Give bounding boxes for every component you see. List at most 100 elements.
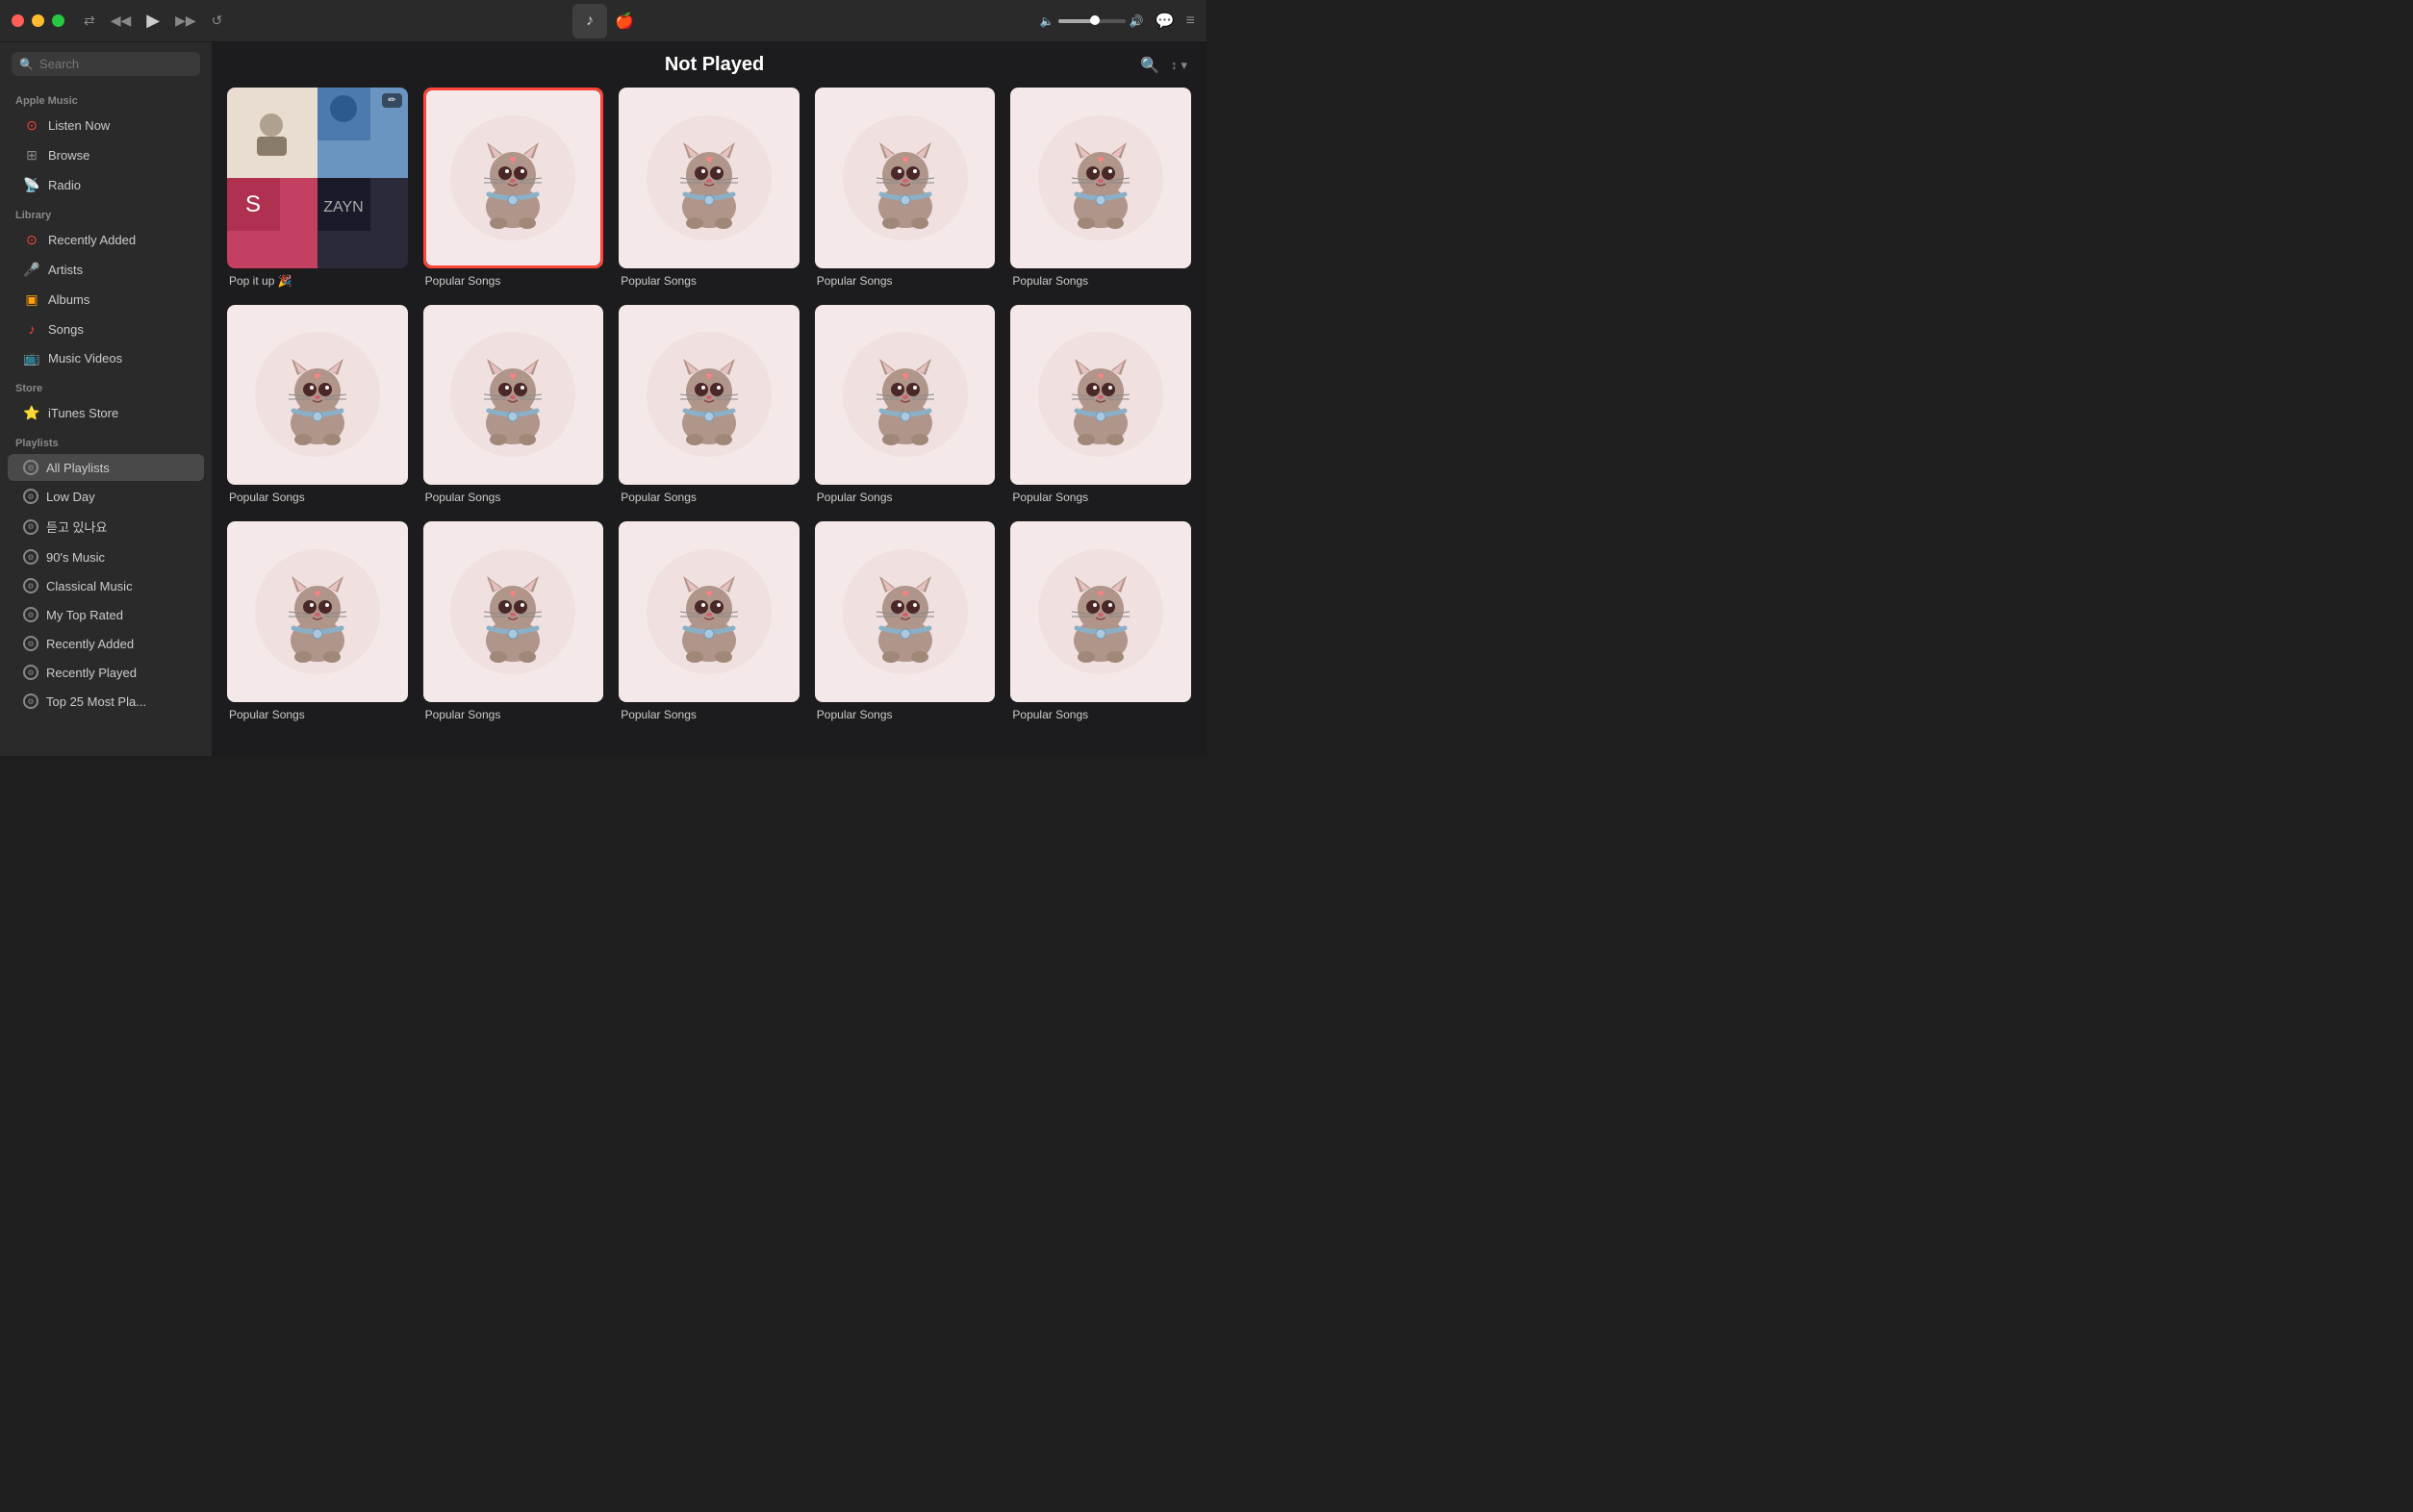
svg-text:♥: ♥ (510, 153, 517, 166)
queue-button[interactable]: ≡ (1186, 13, 1195, 30)
sidebar-item-classical[interactable]: ⚙ Classical Music (8, 572, 204, 599)
svg-text:S: S (245, 191, 261, 217)
sidebar-item-songs[interactable]: ♪ Songs (8, 315, 204, 342)
sidebar-item-top-25[interactable]: ⚙ Top 25 Most Pla... (8, 688, 204, 715)
sidebar-item-my-top-rated[interactable]: ⚙ My Top Rated (8, 601, 204, 628)
sidebar-item-90s-music[interactable]: ⚙ 90's Music (8, 543, 204, 570)
recently-added-playlist-icon: ⚙ (23, 636, 38, 651)
prev-button[interactable]: ◀◀ (111, 13, 132, 29)
grid-item-0[interactable]: S ZAYN ✏ Pop it up 🎉 (227, 88, 408, 290)
svg-text:♥: ♥ (902, 153, 908, 166)
classical-label: Classical Music (46, 579, 133, 593)
search-box[interactable]: 🔍 (12, 52, 200, 76)
lyrics-button[interactable]: 💬 (1156, 12, 1175, 31)
grid-item-1[interactable]: ♥ Popular Songs (423, 88, 604, 290)
album-label: Popular Songs (619, 268, 800, 290)
grid-item-6[interactable]: ♥ Popular Songs (423, 305, 604, 507)
grid-item-14[interactable]: ♥ Popular Songs (1010, 521, 1191, 723)
grid-item-4[interactable]: ♥ Popular Songs (1010, 88, 1191, 290)
close-button[interactable] (12, 14, 24, 27)
sidebar-item-itunes-store[interactable]: ⭐ iTunes Store (8, 399, 204, 427)
grid-item-12[interactable]: ♥ Popular Songs (619, 521, 800, 723)
main-layout: 🔍 Apple Music ⊙ Listen Now ⊞ Browse 📡 Ra… (0, 42, 1206, 756)
play-button[interactable]: ▶ (146, 11, 160, 31)
header-actions: 🔍 ↕ ▾ (1140, 56, 1187, 75)
songs-icon: ♪ (23, 321, 40, 337)
sidebar-item-recently-played[interactable]: ⚙ Recently Played (8, 659, 204, 686)
playlists-section-label: Playlists (0, 428, 212, 453)
all-playlists-label: All Playlists (46, 461, 110, 475)
radio-icon: 📡 (23, 177, 40, 193)
grid-item-10[interactable]: ♥ Popular Songs (227, 521, 408, 723)
next-button[interactable]: ▶▶ (175, 13, 196, 29)
album-label: Popular Songs (815, 485, 996, 506)
sort-chevron: ▾ (1181, 58, 1187, 73)
sidebar-item-all-playlists[interactable]: ⚙ All Playlists (8, 454, 204, 481)
maximize-button[interactable] (52, 14, 64, 27)
sidebar-item-korean[interactable]: ⚙ 듣고 있나요 (8, 512, 204, 542)
grid-item-5[interactable]: ♥ Popular Songs (227, 305, 408, 507)
albums-icon: ▣ (23, 291, 40, 308)
sidebar-item-artists[interactable]: 🎤 Artists (8, 256, 204, 284)
playback-controls: ⇄ ◀◀ ▶ ▶▶ ↺ (84, 11, 222, 31)
search-icon: 🔍 (19, 58, 34, 71)
svg-text:♥: ♥ (1098, 587, 1105, 600)
grid-item-7[interactable]: ♥ Popular Songs (619, 305, 800, 507)
minimize-button[interactable] (32, 14, 44, 27)
sidebar-item-recently-added-playlist[interactable]: ⚙ Recently Added (8, 630, 204, 657)
browse-label: Browse (48, 148, 89, 163)
svg-text:♥: ♥ (902, 369, 908, 383)
music-videos-label: Music Videos (48, 351, 122, 365)
volume-low-icon: 🔈 (1040, 14, 1054, 28)
album-label: Popular Songs (227, 485, 408, 506)
itunes-store-icon: ⭐ (23, 405, 40, 421)
album-label: Popular Songs (815, 702, 996, 723)
browse-icon: ⊞ (23, 147, 40, 164)
recently-played-icon: ⚙ (23, 665, 38, 680)
search-input[interactable] (39, 57, 192, 71)
sidebar-item-listen-now[interactable]: ⊙ Listen Now (8, 112, 204, 139)
album-label: Popular Songs (1010, 268, 1191, 290)
grid-item-3[interactable]: ♥ Popular Songs (815, 88, 996, 290)
low-day-icon: ⚙ (23, 489, 38, 504)
sidebar-item-music-videos[interactable]: 📺 Music Videos (8, 344, 204, 372)
content-header: Not Played 🔍 ↕ ▾ (212, 42, 1206, 88)
volume-thumb[interactable] (1090, 15, 1100, 25)
radio-label: Radio (48, 178, 81, 192)
library-section-label: Library (0, 200, 212, 225)
grid-item-13[interactable]: ♥ Popular Songs (815, 521, 996, 723)
volume-track[interactable] (1058, 19, 1126, 23)
recently-added-label: Recently Added (48, 233, 136, 247)
sidebar-item-albums[interactable]: ▣ Albums (8, 286, 204, 314)
sidebar-item-browse[interactable]: ⊞ Browse (8, 141, 204, 169)
sidebar-item-radio[interactable]: 📡 Radio (8, 171, 204, 199)
repeat-button[interactable]: ↺ (212, 13, 223, 29)
volume-control[interactable]: 🔈 🔊 (1040, 14, 1144, 28)
sort-button[interactable]: ↕ ▾ (1171, 58, 1187, 73)
all-playlists-icon: ⚙ (23, 460, 38, 475)
artists-label: Artists (48, 263, 83, 277)
songs-label: Songs (48, 322, 84, 337)
svg-text:♥: ♥ (705, 369, 712, 383)
korean-icon: ⚙ (23, 519, 38, 535)
grid-item-2[interactable]: ♥ Popular Songs (619, 88, 800, 290)
top-25-label: Top 25 Most Pla... (46, 694, 146, 709)
90s-music-icon: ⚙ (23, 549, 38, 565)
svg-text:♥: ♥ (1098, 369, 1105, 383)
grid-item-9[interactable]: ♥ Popular Songs (1010, 305, 1191, 507)
music-note-icon: ♪ (572, 4, 607, 38)
album-grid: S ZAYN ✏ Pop it up 🎉 (227, 88, 1191, 723)
sidebar-item-recently-added[interactable]: ⊙ Recently Added (8, 226, 204, 254)
listen-now-icon: ⊙ (23, 117, 40, 134)
grid-container: S ZAYN ✏ Pop it up 🎉 (212, 88, 1206, 756)
sidebar-item-low-day[interactable]: ⚙ Low Day (8, 483, 204, 510)
grid-item-11[interactable]: ♥ Popular Songs (423, 521, 604, 723)
shuffle-button[interactable]: ⇄ (84, 13, 95, 29)
svg-text:♥: ♥ (705, 587, 712, 600)
sidebar: 🔍 Apple Music ⊙ Listen Now ⊞ Browse 📡 Ra… (0, 42, 212, 756)
grid-item-8[interactable]: ♥ Popular Songs (815, 305, 996, 507)
artists-icon: 🎤 (23, 262, 40, 278)
svg-text:♥: ♥ (902, 587, 908, 600)
titlebar: ⇄ ◀◀ ▶ ▶▶ ↺ ♪ 🍎 🔈 🔊 💬 ≡ (0, 0, 1206, 42)
search-button[interactable]: 🔍 (1140, 56, 1159, 75)
